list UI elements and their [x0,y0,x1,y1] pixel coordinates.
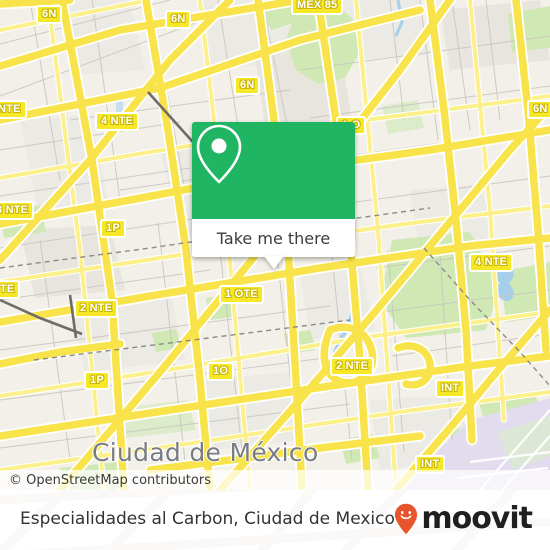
road-shield-label: 4 NTE [475,256,508,268]
road-shield-label: NTE [0,103,21,115]
road-shield-label: 4 NTE [101,115,134,127]
road-shield: 1 OTE [219,285,264,304]
road-shield: 6N [36,5,63,24]
road-shield: 4 NTE [95,112,140,131]
road-shield-label: 2 NTE [80,302,113,314]
road-shield: 1P [84,371,110,390]
road-shield: TE [0,280,21,299]
road-shield: 4 NTE [469,253,514,272]
popup-body[interactable]: Take me there [192,219,355,257]
road-shield-label: 1 OTE [225,288,258,300]
road-shield: 6N [234,76,261,95]
map-screenshot: 6N6NMEX 856NNTE4 NTE1 O6N1P3 NTE4 NTETE1… [0,0,550,550]
road-shield-label: 1O [213,365,229,377]
road-shield-label: INT [421,458,440,470]
map-popup[interactable]: Take me there [192,122,355,269]
take-me-there-label: Take me there [216,228,331,248]
popup-header [192,122,355,219]
bottom-bar: Especialidades al Carbon, Ciudad de Mexi… [0,490,550,550]
road-shield-label: 6N [240,79,255,91]
road-shield: 3 NTE [0,201,35,220]
attribution-bar: © OpenStreetMap contributors [0,470,550,490]
road-shield-label: TE [0,283,15,295]
road-shield: 1O [207,362,235,381]
road-shield-label: MEX 85 [297,0,338,11]
popup-card[interactable]: Take me there [192,122,355,257]
road-shield-label: 2 NTE [336,360,369,372]
road-shield-label: 3 NTE [0,204,29,216]
moovit-wordmark: moovit [421,501,533,536]
moovit-smiley-pin-icon [395,503,418,535]
road-shield-label: 1P [90,374,104,386]
city-label: Ciudad de México [92,438,319,467]
road-shield: INT [435,379,466,398]
road-shield-label: 1P [106,222,120,234]
road-shield: 2 NTE [330,357,375,376]
road-shield-label: 6N [42,8,57,20]
location-pin-icon [196,124,242,184]
place-title: Especialidades al Carbon, Ciudad de Mexi… [20,509,395,529]
map-canvas[interactable]: 6N6NMEX 856NNTE4 NTE1 O6N1P3 NTE4 NTETE1… [0,0,550,490]
popup-pointer [264,256,284,269]
road-shield: 6N [527,100,550,119]
road-shield: 6N [165,10,192,29]
road-shield: MEX 85 [291,0,344,15]
road-shield: 1P [100,219,126,238]
road-shield-label: 6N [533,103,548,115]
road-shield-label: INT [441,382,460,394]
attribution-text[interactable]: © OpenStreetMap contributors [9,473,211,488]
road-shield: 2 NTE [74,299,119,318]
moovit-brand[interactable]: moovit [394,501,533,536]
road-shield-label: 6N [171,13,186,25]
road-shield: NTE [0,100,27,119]
